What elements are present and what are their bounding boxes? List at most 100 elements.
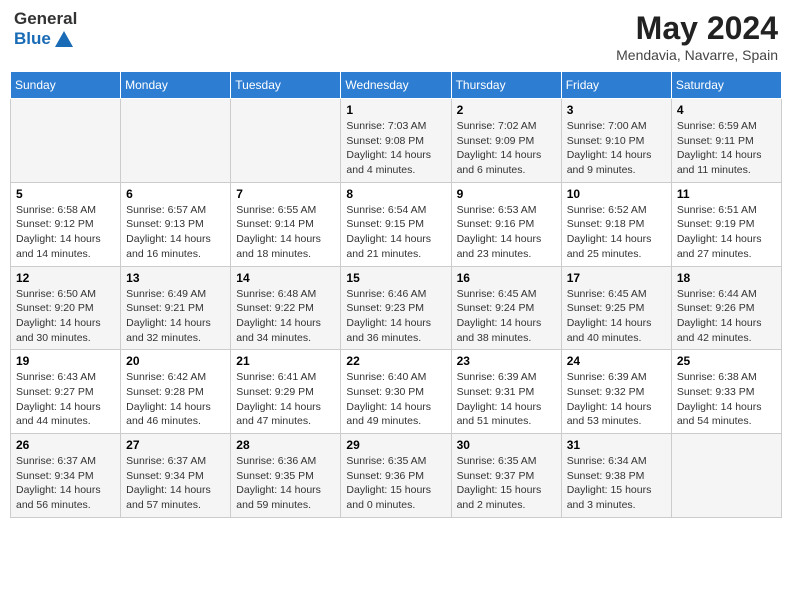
cell-info: Sunrise: 6:46 AM Sunset: 9:23 PM Dayligh… — [346, 287, 445, 346]
day-number: 24 — [567, 354, 666, 368]
logo-general: General — [14, 10, 77, 29]
day-cell-1: 1 Sunrise: 7:03 AM Sunset: 9:08 PM Daylig… — [341, 99, 451, 183]
calendar-table: SundayMondayTuesdayWednesdayThursdayFrid… — [10, 71, 782, 518]
subtitle: Mendavia, Navarre, Spain — [616, 47, 778, 63]
cell-info: Sunrise: 6:49 AM Sunset: 9:21 PM Dayligh… — [126, 287, 225, 346]
weekday-header-monday: Monday — [121, 72, 231, 99]
day-number: 12 — [16, 271, 115, 285]
cell-info: Sunrise: 6:44 AM Sunset: 9:26 PM Dayligh… — [677, 287, 776, 346]
day-cell-29: 29 Sunrise: 6:35 AM Sunset: 9:36 PM Dayli… — [341, 434, 451, 518]
cell-info: Sunrise: 6:57 AM Sunset: 9:13 PM Dayligh… — [126, 203, 225, 262]
day-number: 28 — [236, 438, 335, 452]
day-number: 15 — [346, 271, 445, 285]
day-number: 30 — [457, 438, 556, 452]
day-number: 31 — [567, 438, 666, 452]
logo: General Blue — [14, 10, 77, 51]
day-number: 21 — [236, 354, 335, 368]
day-number: 6 — [126, 187, 225, 201]
weekday-header-wednesday: Wednesday — [341, 72, 451, 99]
day-cell-30: 30 Sunrise: 6:35 AM Sunset: 9:37 PM Dayli… — [451, 434, 561, 518]
weekday-header-thursday: Thursday — [451, 72, 561, 99]
day-cell-25: 25 Sunrise: 6:38 AM Sunset: 9:33 PM Dayli… — [671, 350, 781, 434]
empty-cell — [121, 99, 231, 183]
day-number: 4 — [677, 103, 776, 117]
day-cell-10: 10Sunrise: 6:52 AM Sunset: 9:18 PM Dayli… — [561, 182, 671, 266]
day-number: 3 — [567, 103, 666, 117]
week-row-1: 1 Sunrise: 7:03 AM Sunset: 9:08 PM Daylig… — [11, 99, 782, 183]
cell-info: Sunrise: 6:51 AM Sunset: 9:19 PM Dayligh… — [677, 203, 776, 262]
day-number: 25 — [677, 354, 776, 368]
day-cell-31: 31Sunrise: 6:34 AM Sunset: 9:38 PM Dayli… — [561, 434, 671, 518]
day-cell-16: 16Sunrise: 6:45 AM Sunset: 9:24 PM Dayli… — [451, 266, 561, 350]
week-row-3: 12 Sunrise: 6:50 AM Sunset: 9:20 PM Dayli… — [11, 266, 782, 350]
day-cell-21: 21Sunrise: 6:41 AM Sunset: 9:29 PM Dayli… — [231, 350, 341, 434]
page-header: General Blue May 2024 Mendavia, Navarre,… — [10, 10, 782, 63]
empty-cell — [11, 99, 121, 183]
cell-info: Sunrise: 6:43 AM Sunset: 9:27 PM Dayligh… — [16, 370, 115, 429]
cell-info: Sunrise: 6:36 AM Sunset: 9:35 PM Dayligh… — [236, 454, 335, 513]
cell-info: Sunrise: 6:53 AM Sunset: 9:16 PM Dayligh… — [457, 203, 556, 262]
day-cell-22: 22Sunrise: 6:40 AM Sunset: 9:30 PM Dayli… — [341, 350, 451, 434]
cell-info: Sunrise: 6:35 AM Sunset: 9:37 PM Dayligh… — [457, 454, 556, 513]
day-number: 23 — [457, 354, 556, 368]
logo-icon — [53, 29, 75, 51]
day-cell-19: 19 Sunrise: 6:43 AM Sunset: 9:27 PM Dayli… — [11, 350, 121, 434]
day-number: 8 — [346, 187, 445, 201]
cell-info: Sunrise: 6:58 AM Sunset: 9:12 PM Dayligh… — [16, 203, 115, 262]
day-cell-20: 20 Sunrise: 6:42 AM Sunset: 9:28 PM Dayli… — [121, 350, 231, 434]
day-number: 18 — [677, 271, 776, 285]
day-cell-6: 6 Sunrise: 6:57 AM Sunset: 9:13 PM Daylig… — [121, 182, 231, 266]
cell-info: Sunrise: 6:54 AM Sunset: 9:15 PM Dayligh… — [346, 203, 445, 262]
weekday-header-friday: Friday — [561, 72, 671, 99]
weekday-header-row: SundayMondayTuesdayWednesdayThursdayFrid… — [11, 72, 782, 99]
cell-info: Sunrise: 6:50 AM Sunset: 9:20 PM Dayligh… — [16, 287, 115, 346]
day-cell-12: 12 Sunrise: 6:50 AM Sunset: 9:20 PM Dayli… — [11, 266, 121, 350]
day-cell-18: 18 Sunrise: 6:44 AM Sunset: 9:26 PM Dayli… — [671, 266, 781, 350]
day-cell-24: 24 Sunrise: 6:39 AM Sunset: 9:32 PM Dayli… — [561, 350, 671, 434]
day-number: 19 — [16, 354, 115, 368]
day-number: 9 — [457, 187, 556, 201]
day-number: 17 — [567, 271, 666, 285]
day-number: 20 — [126, 354, 225, 368]
day-cell-7: 7Sunrise: 6:55 AM Sunset: 9:14 PM Daylig… — [231, 182, 341, 266]
day-number: 5 — [16, 187, 115, 201]
cell-info: Sunrise: 7:00 AM Sunset: 9:10 PM Dayligh… — [567, 119, 666, 178]
day-cell-8: 8 Sunrise: 6:54 AM Sunset: 9:15 PM Daylig… — [341, 182, 451, 266]
day-cell-14: 14Sunrise: 6:48 AM Sunset: 9:22 PM Dayli… — [231, 266, 341, 350]
day-number: 2 — [457, 103, 556, 117]
empty-cell — [671, 434, 781, 518]
day-number: 26 — [16, 438, 115, 452]
weekday-header-tuesday: Tuesday — [231, 72, 341, 99]
weekday-header-saturday: Saturday — [671, 72, 781, 99]
day-number: 1 — [346, 103, 445, 117]
day-number: 10 — [567, 187, 666, 201]
cell-info: Sunrise: 6:37 AM Sunset: 9:34 PM Dayligh… — [16, 454, 115, 513]
cell-info: Sunrise: 6:42 AM Sunset: 9:28 PM Dayligh… — [126, 370, 225, 429]
day-cell-17: 17Sunrise: 6:45 AM Sunset: 9:25 PM Dayli… — [561, 266, 671, 350]
cell-info: Sunrise: 6:40 AM Sunset: 9:30 PM Dayligh… — [346, 370, 445, 429]
day-cell-26: 26 Sunrise: 6:37 AM Sunset: 9:34 PM Dayli… — [11, 434, 121, 518]
cell-info: Sunrise: 6:39 AM Sunset: 9:32 PM Dayligh… — [567, 370, 666, 429]
empty-cell — [231, 99, 341, 183]
cell-info: Sunrise: 7:03 AM Sunset: 9:08 PM Dayligh… — [346, 119, 445, 178]
cell-info: Sunrise: 6:35 AM Sunset: 9:36 PM Dayligh… — [346, 454, 445, 513]
day-cell-4: 4Sunrise: 6:59 AM Sunset: 9:11 PM Daylig… — [671, 99, 781, 183]
main-title: May 2024 — [616, 10, 778, 47]
cell-info: Sunrise: 6:38 AM Sunset: 9:33 PM Dayligh… — [677, 370, 776, 429]
logo-blue: Blue — [14, 30, 51, 49]
day-cell-27: 27Sunrise: 6:37 AM Sunset: 9:34 PM Dayli… — [121, 434, 231, 518]
week-row-4: 19 Sunrise: 6:43 AM Sunset: 9:27 PM Dayli… — [11, 350, 782, 434]
week-row-2: 5 Sunrise: 6:58 AM Sunset: 9:12 PM Daylig… — [11, 182, 782, 266]
day-number: 7 — [236, 187, 335, 201]
cell-info: Sunrise: 6:39 AM Sunset: 9:31 PM Dayligh… — [457, 370, 556, 429]
cell-info: Sunrise: 6:48 AM Sunset: 9:22 PM Dayligh… — [236, 287, 335, 346]
day-number: 13 — [126, 271, 225, 285]
day-number: 29 — [346, 438, 445, 452]
day-number: 11 — [677, 187, 776, 201]
title-area: May 2024 Mendavia, Navarre, Spain — [616, 10, 778, 63]
weekday-header-sunday: Sunday — [11, 72, 121, 99]
day-cell-13: 13 Sunrise: 6:49 AM Sunset: 9:21 PM Dayli… — [121, 266, 231, 350]
day-cell-11: 11 Sunrise: 6:51 AM Sunset: 9:19 PM Dayli… — [671, 182, 781, 266]
day-cell-23: 23 Sunrise: 6:39 AM Sunset: 9:31 PM Dayli… — [451, 350, 561, 434]
cell-info: Sunrise: 7:02 AM Sunset: 9:09 PM Dayligh… — [457, 119, 556, 178]
